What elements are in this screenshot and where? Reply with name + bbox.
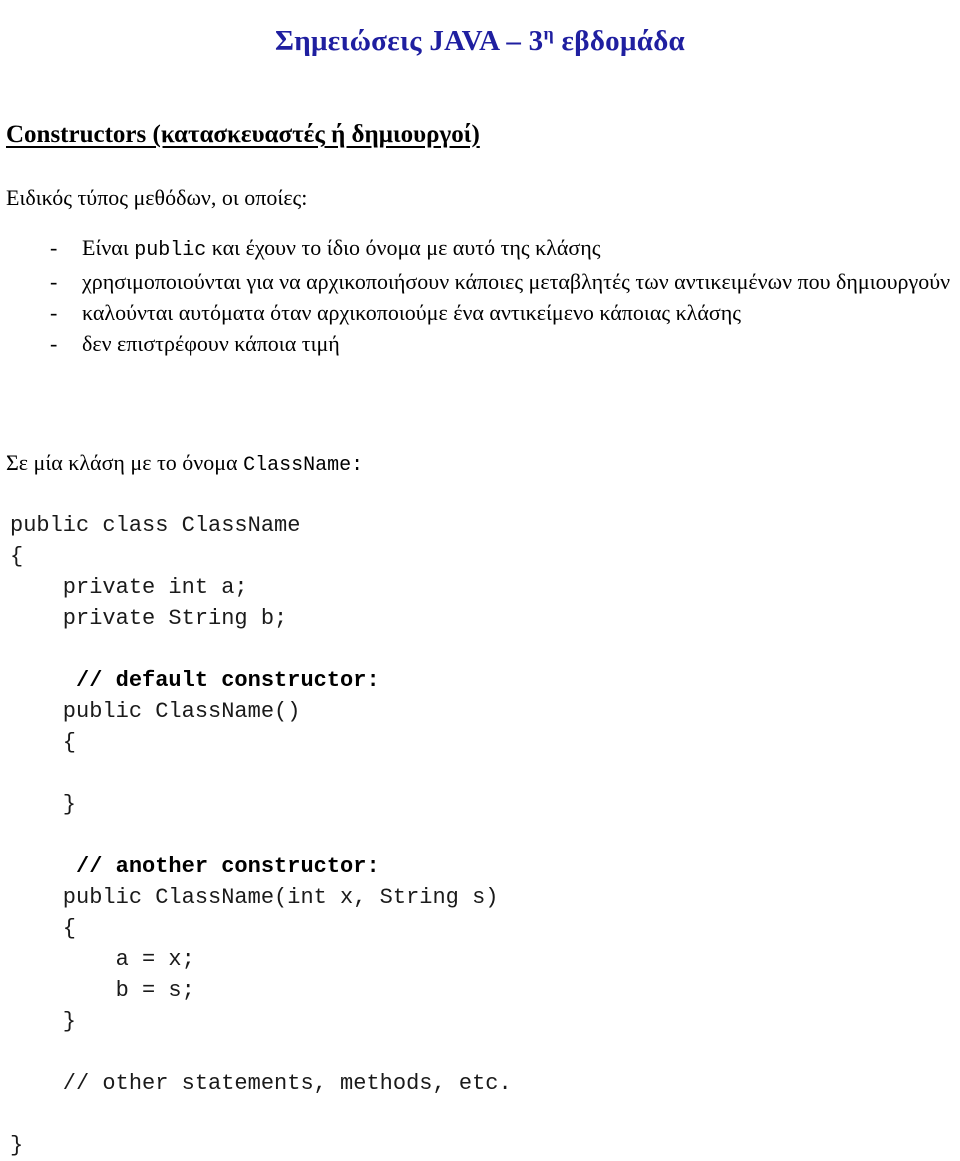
code-line: public ClassName() [10,699,301,724]
classname-line-identifier: ClassName: [243,454,364,477]
bullet-list: - Είναι public και έχουν το ίδιο όνομα μ… [0,232,960,359]
code-line: private int a; [10,575,248,600]
section-heading: Constructors (κατασκευαστές ή δημιουργοί… [6,120,480,148]
code-line: } [10,792,77,817]
list-item: - χρησιμοποιούνται για να αρχικοποιήσουν… [0,266,960,297]
code-block: public class ClassName { private int a; p… [10,510,910,1161]
code-line: } [10,1009,77,1034]
list-item-keyword: public [134,239,207,262]
bullet-marker: - [50,235,58,260]
code-line: b = s; [10,978,195,1003]
list-item: - καλούνται αυτόματα όταν αρχικοποιούμε … [0,297,960,328]
intro-line: Ειδικός τύπος μεθόδων, οι οποίες: [6,185,308,210]
classname-line: Σε μία κλάση με το όνομα ClassName: [6,450,363,477]
list-item-text: Είναι public και έχουν το ίδιο όνομα με … [82,232,955,266]
list-item-text: δεν επιστρέφουν κάποια τιμή [82,331,340,356]
list-item-text-pre: Είναι [82,235,135,260]
code-line: a = x; [10,947,195,972]
bullet-marker: - [50,269,58,294]
document-page: Σημειώσεις JAVA – 3η εβδομάδα Constructo… [0,0,960,1158]
page-title: Σημειώσεις JAVA – 3η εβδομάδα [0,25,960,58]
list-item-text: καλούνται αυτόματα όταν αρχικοποιούμε έν… [82,300,741,325]
bullet-marker: - [50,300,58,325]
bullet-marker: - [50,331,58,356]
code-line: // another constructor: [10,854,380,879]
page-title-superscript: η [543,23,554,44]
code-line: // other statements, methods, etc. [10,1071,512,1096]
list-item-text: χρησιμοποιούνται για να αρχικοποιήσουν κ… [82,269,951,294]
code-line: public class ClassName [10,513,301,538]
code-line: { [10,730,77,755]
code-line: } [10,1133,24,1158]
page-title-suffix: εβδομάδα [554,25,686,58]
code-line: public ClassName(int x, String s) [10,885,499,910]
code-line: private String b; [10,606,288,631]
code-line: { [10,544,24,569]
code-line: // default constructor: [10,668,380,693]
page-title-prefix: Σημειώσεις JAVA – 3 [274,25,544,58]
list-item: - Είναι public και έχουν το ίδιο όνομα μ… [0,232,960,266]
code-line: { [10,916,77,941]
classname-line-prefix: Σε μία κλάση με το όνομα [6,450,244,475]
list-item: - δεν επιστρέφουν κάποια τιμή [0,328,960,359]
list-item-text-post: και έχουν το ίδιο όνομα με αυτό της κλάσ… [206,235,601,260]
